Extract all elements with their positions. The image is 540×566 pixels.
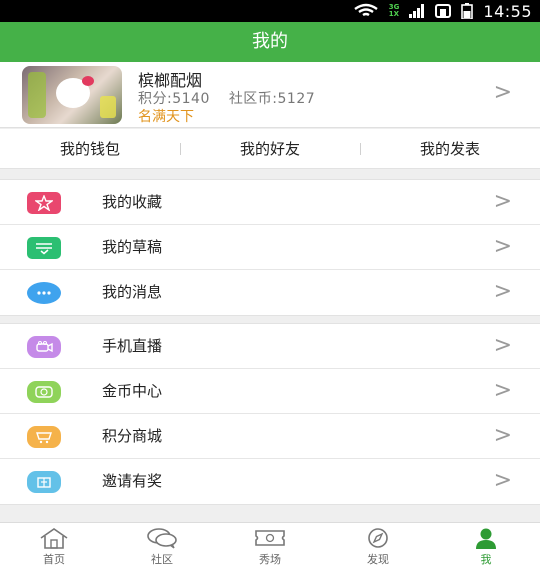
nav-me[interactable]: 我: [432, 523, 540, 566]
avatar[interactable]: [22, 66, 122, 124]
menu-group-personal: 我的收藏 > 我的草稿 > 我的消息 >: [0, 179, 540, 316]
nav-community[interactable]: 社区: [108, 523, 216, 566]
gift-icon: [27, 471, 61, 493]
cart-icon: [27, 426, 61, 448]
signal-icon: [409, 4, 425, 18]
status-bar: 3G 1X 14:55: [0, 0, 540, 22]
tab-friends[interactable]: 我的好友: [180, 129, 360, 168]
network-type: 3G 1X: [388, 3, 400, 18]
profile-tabs: 我的钱包 我的好友 我的发表: [0, 129, 540, 169]
compass-icon: [368, 528, 388, 548]
community-icon: [147, 528, 177, 549]
chat-bubble-icon: [27, 282, 61, 304]
tab-posts[interactable]: 我的发表: [360, 129, 540, 168]
profile-rank: 名满天下: [138, 109, 194, 125]
notification-icon: [435, 4, 452, 18]
profile-stats: 积分:5140 社区币:5127: [138, 88, 329, 108]
nav-show[interactable]: 秀场: [216, 523, 324, 566]
wifi-icon: [354, 3, 378, 17]
chevron-right-icon: >: [493, 333, 512, 358]
chevron-right-icon: >: [493, 423, 512, 448]
profile-card[interactable]: 槟榔配烟 积分:5140 社区币:5127 名满天下 >: [0, 62, 540, 128]
tab-wallet[interactable]: 我的钱包: [0, 129, 180, 168]
star-icon: [27, 192, 61, 214]
chevron-right-icon: >: [493, 80, 512, 105]
draft-icon: [27, 237, 61, 259]
bottom-nav: 首页 社区 秀场 发现 我: [0, 522, 540, 566]
nav-home[interactable]: 首页: [0, 523, 108, 566]
chevron-right-icon: >: [493, 468, 512, 493]
coin-icon: [27, 381, 61, 403]
menu-item-favorites[interactable]: 我的收藏 >: [0, 180, 540, 225]
video-camera-icon: [27, 336, 61, 358]
menu-item-coin-center[interactable]: 金币中心 >: [0, 369, 540, 414]
menu-group-services: 手机直播 > 金币中心 > 积分商城 > 邀请有奖 >: [0, 323, 540, 505]
battery-icon: [461, 3, 474, 19]
chevron-right-icon: >: [493, 378, 512, 403]
menu-item-invite[interactable]: 邀请有奖 >: [0, 459, 540, 504]
chevron-right-icon: >: [493, 189, 512, 214]
points-value: 积分:5140: [138, 91, 210, 107]
coins-value: 社区币:5127: [228, 91, 316, 107]
menu-item-points-mall[interactable]: 积分商城 >: [0, 414, 540, 459]
nav-discover[interactable]: 发现: [324, 523, 432, 566]
page-title: 我的: [0, 22, 540, 62]
chevron-right-icon: >: [493, 279, 512, 304]
home-icon: [40, 528, 68, 549]
clock: 14:55: [483, 1, 532, 21]
chevron-right-icon: >: [493, 234, 512, 259]
menu-item-live[interactable]: 手机直播 >: [0, 324, 540, 369]
menu-item-drafts[interactable]: 我的草稿 >: [0, 225, 540, 270]
person-icon: [476, 528, 496, 549]
ticket-icon: [255, 530, 285, 546]
menu-item-messages[interactable]: 我的消息 >: [0, 270, 540, 315]
